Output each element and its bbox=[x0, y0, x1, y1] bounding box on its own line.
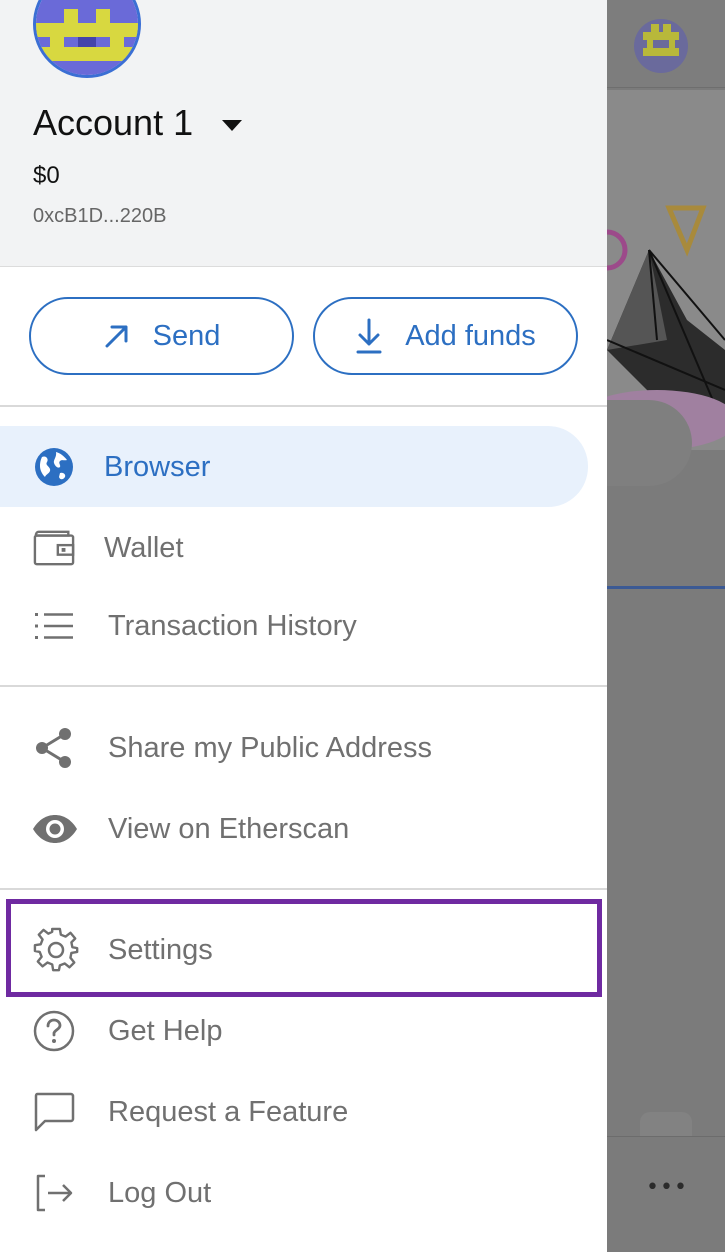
account-address[interactable]: 0xcB1D...220B bbox=[33, 205, 166, 228]
list-icon bbox=[33, 605, 75, 647]
nav-item-label: Request a Feature bbox=[108, 1095, 349, 1128]
nav-item-label: View on Etherscan bbox=[108, 812, 350, 845]
help-icon bbox=[33, 1010, 75, 1052]
divider bbox=[0, 405, 607, 407]
divider bbox=[0, 685, 607, 687]
send-button[interactable]: Send bbox=[29, 297, 294, 375]
nav-item-label: Share my Public Address bbox=[108, 731, 432, 764]
wallet-icon bbox=[33, 527, 75, 569]
background-top-bar bbox=[607, 0, 725, 88]
globe-icon bbox=[33, 446, 75, 488]
background-hero-image bbox=[607, 90, 725, 450]
eye-icon bbox=[31, 808, 79, 850]
nav-item-browser[interactable]: Browser bbox=[0, 427, 607, 507]
nav-item-view-etherscan[interactable]: View on Etherscan bbox=[0, 789, 607, 869]
overflow-menu-icon[interactable]: ••• bbox=[646, 1175, 688, 1200]
nav-item-wallet[interactable]: Wallet bbox=[0, 508, 607, 588]
settings-highlight-box bbox=[6, 899, 602, 997]
chat-bubble-icon bbox=[33, 1091, 75, 1133]
nav-item-label: Browser bbox=[104, 450, 211, 483]
nav-item-get-help[interactable]: Get Help bbox=[0, 991, 607, 1071]
nav-item-label: Log Out bbox=[108, 1176, 212, 1209]
account-name[interactable]: Account 1 bbox=[33, 102, 193, 144]
account-dropdown-icon[interactable] bbox=[222, 120, 242, 131]
background-tab-indicator bbox=[607, 586, 725, 589]
arrow-up-right-icon bbox=[103, 322, 131, 350]
account-balance: $0 bbox=[33, 162, 60, 189]
nav-item-label: Wallet bbox=[104, 531, 184, 564]
navigation-drawer: Account 1 $0 0xcB1D...220B Send Add fund… bbox=[0, 0, 607, 1252]
account-header: Account 1 $0 0xcB1D...220B bbox=[0, 0, 607, 267]
nav-item-log-out[interactable]: Log Out bbox=[0, 1153, 607, 1233]
nav-item-transaction-history[interactable]: Transaction History bbox=[0, 586, 607, 666]
divider bbox=[0, 888, 607, 890]
download-icon bbox=[355, 318, 383, 354]
add-funds-button[interactable]: Add funds bbox=[313, 297, 578, 375]
account-avatar[interactable] bbox=[33, 0, 141, 78]
nav-item-request-feature[interactable]: Request a Feature bbox=[0, 1072, 607, 1152]
nav-item-label: Transaction History bbox=[108, 609, 357, 642]
share-icon bbox=[33, 727, 75, 769]
nav-item-share-address[interactable]: Share my Public Address bbox=[0, 708, 607, 788]
background-account-avatar[interactable] bbox=[633, 18, 689, 74]
send-button-label: Send bbox=[152, 319, 221, 352]
add-funds-button-label: Add funds bbox=[405, 319, 536, 352]
logout-icon bbox=[33, 1172, 75, 1214]
nav-item-label: Get Help bbox=[108, 1014, 223, 1047]
